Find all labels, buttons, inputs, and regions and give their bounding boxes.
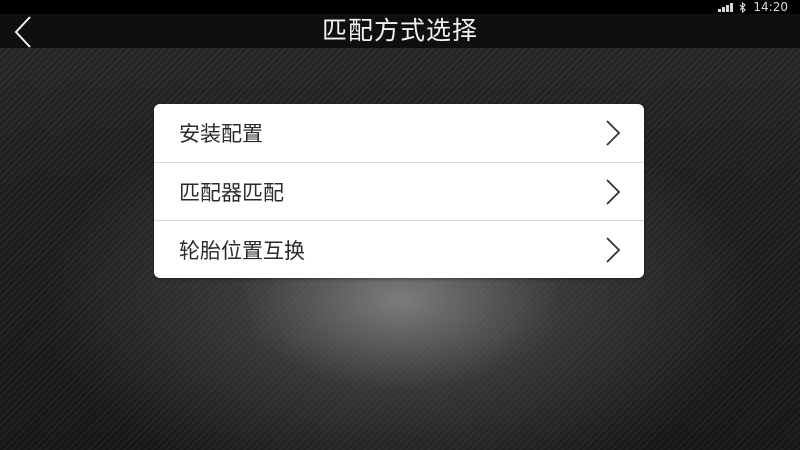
status-time: 14:20 [753,0,788,14]
signal-icon [718,2,734,12]
menu-item-label: 匹配器匹配 [179,180,284,205]
chevron-right-icon [604,119,622,147]
menu-item-label: 轮胎位置互换 [179,238,305,263]
menu-item-tire-position-swap[interactable]: 轮胎位置互换 [154,220,644,278]
chevron-right-icon [604,236,622,264]
bluetooth-icon [739,1,747,13]
status-bar: 14:20 [0,0,800,14]
menu-item-label: 安装配置 [179,122,263,146]
menu-item-matcher-match[interactable]: 匹配器匹配 [154,162,644,220]
menu-card: 安装配置 匹配器匹配 轮胎位置互换 [154,104,644,278]
chevron-right-icon [604,178,622,206]
page-title: 匹配方式选择 [321,16,478,45]
status-indicators: 14:20 [718,0,788,14]
menu-item-install-config[interactable]: 安装配置 [154,104,644,162]
